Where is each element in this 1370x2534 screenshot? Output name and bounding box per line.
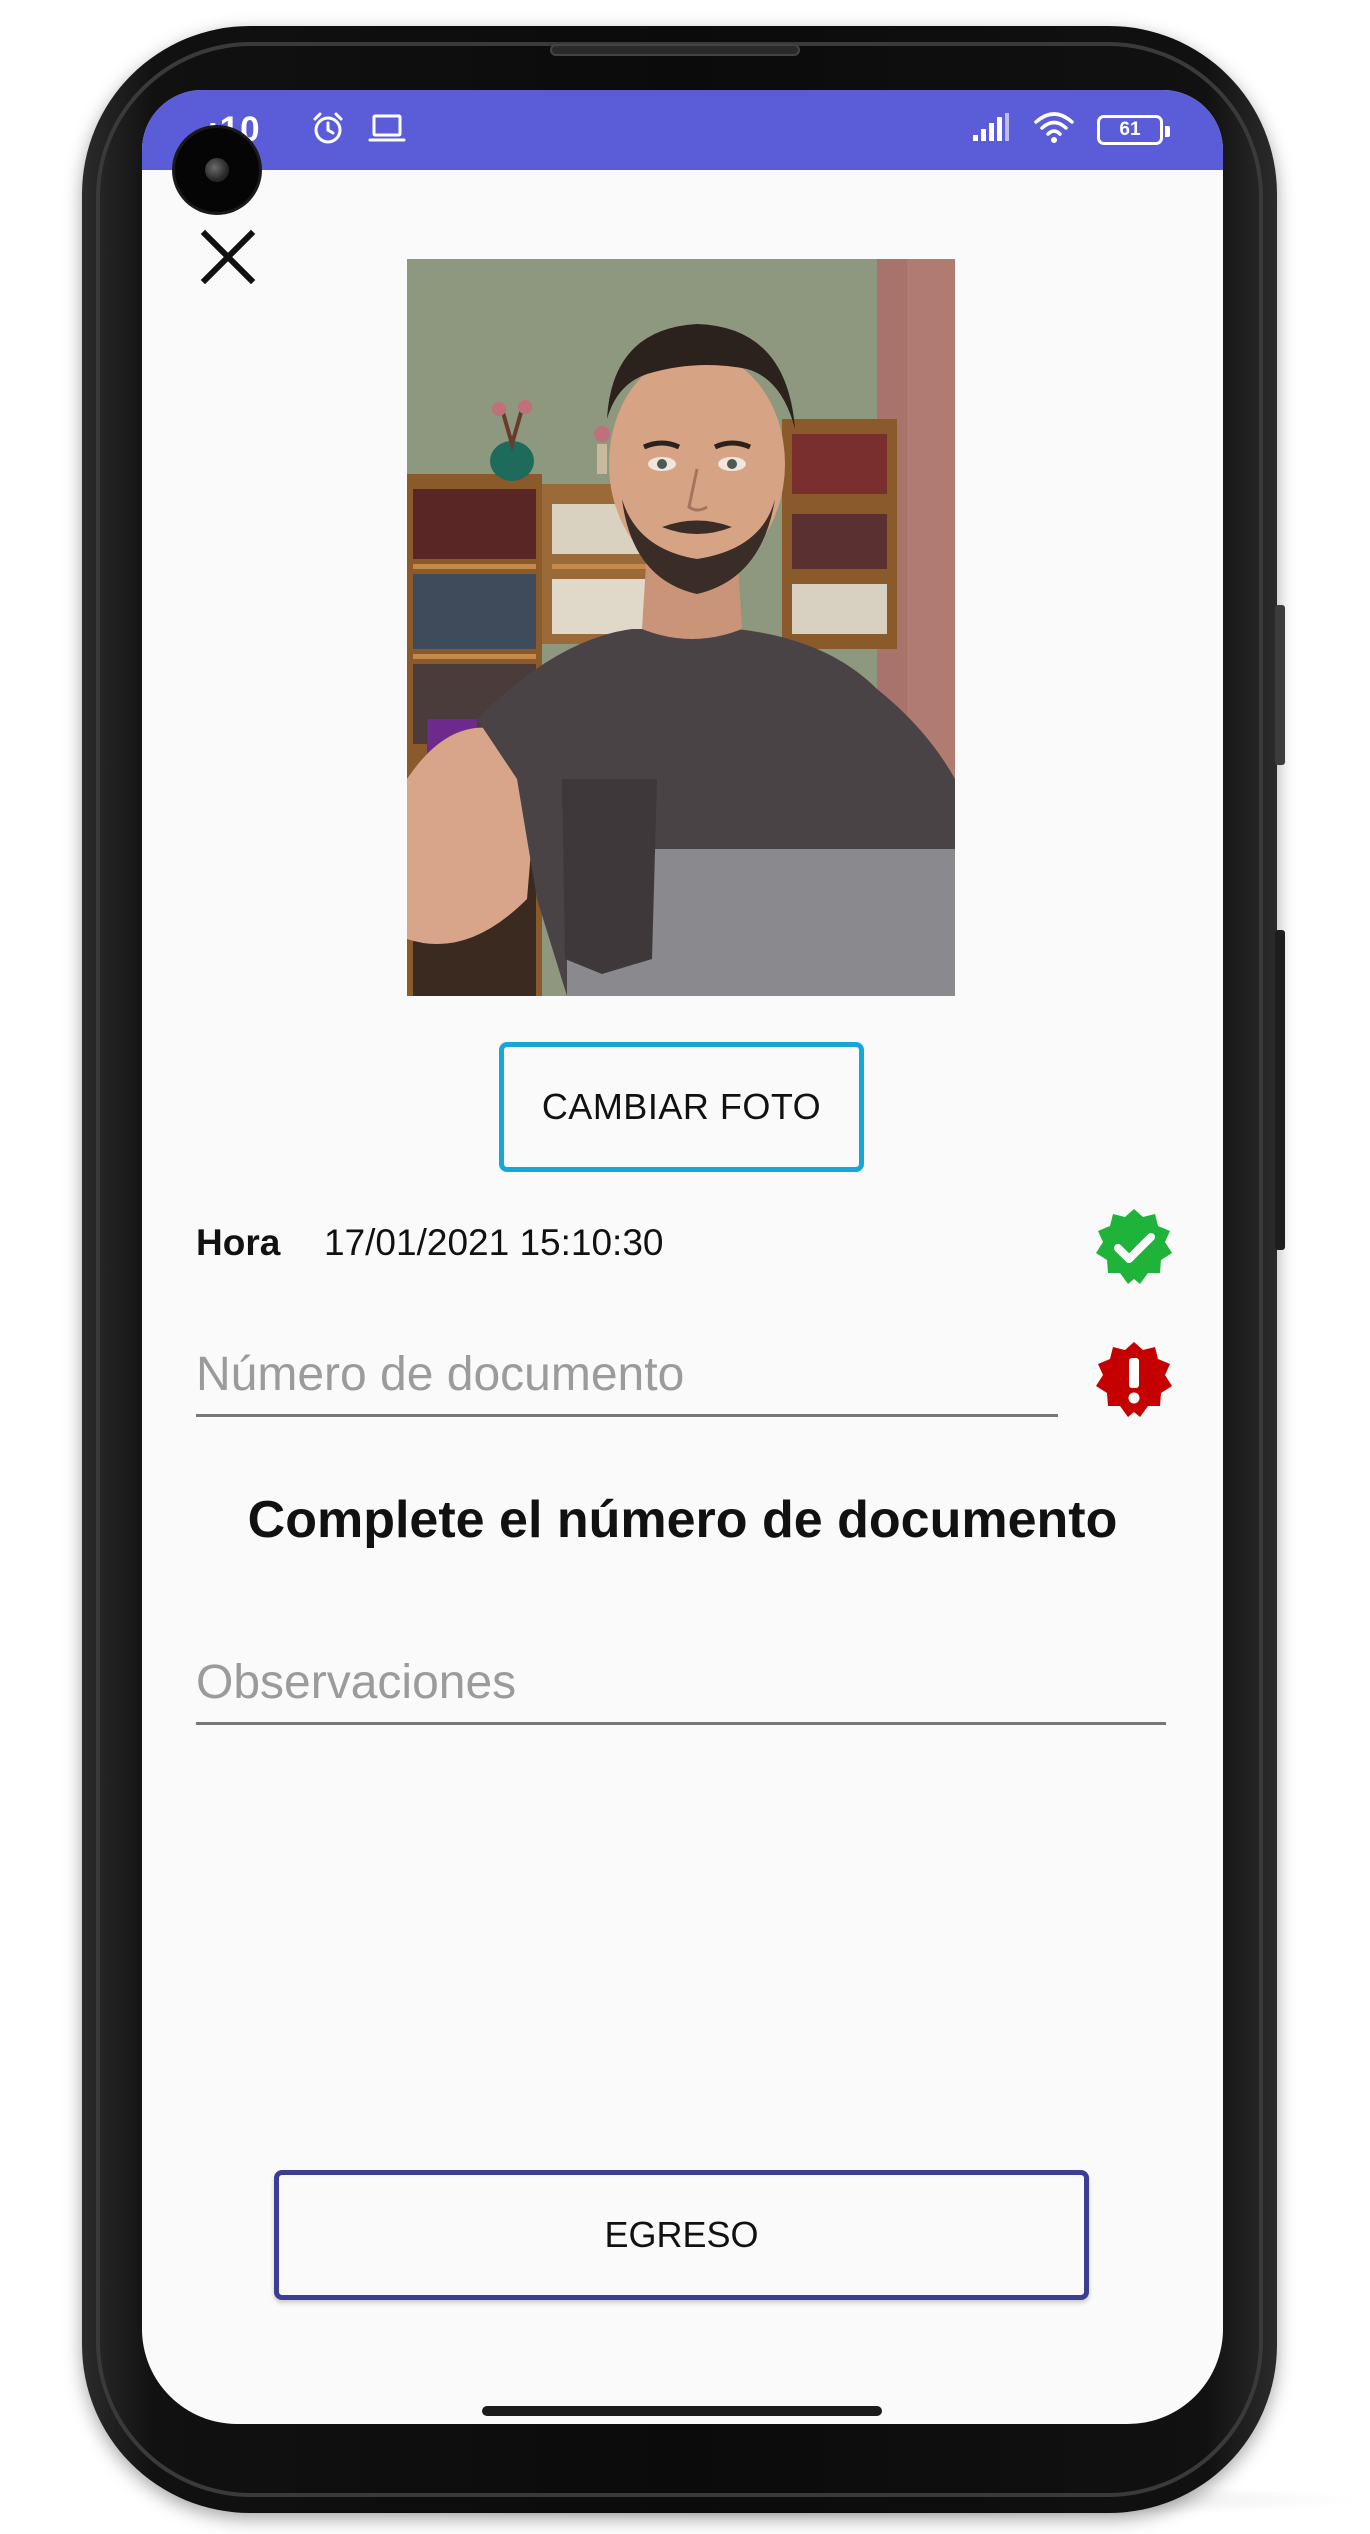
check-badge-icon	[1094, 1207, 1174, 1287]
signal-icon	[971, 111, 1011, 148]
battery-icon: 61	[1097, 114, 1170, 145]
app-screen: :10 61 CAMBIAR FOTO Hora 17/01/2021 15:1…	[142, 90, 1223, 2424]
document-number-placeholder: Número de documento	[196, 1348, 685, 1401]
front-camera	[175, 128, 259, 212]
status-bar: :10 61	[142, 90, 1223, 170]
egreso-submit-button[interactable]: EGRESO	[274, 2170, 1089, 2300]
close-icon	[200, 229, 256, 285]
power-button	[1275, 930, 1285, 1250]
document-number-input[interactable]: Número de documento	[196, 1347, 1058, 1417]
status-icons-right: 61	[971, 110, 1170, 149]
observations-input[interactable]: Observaciones	[196, 1655, 1166, 1725]
volume-button	[1275, 605, 1285, 765]
observations-placeholder: Observaciones	[196, 1656, 517, 1709]
device-frame: :10 61 CAMBIAR FOTO Hora 17/01/2021 15:1…	[0, 0, 1370, 2534]
laptop-icon	[368, 112, 406, 149]
time-value: 17/01/2021 15:10:30	[324, 1222, 664, 1263]
validation-error-message: Complete el número de documento	[247, 1491, 1118, 1549]
battery-level: 61	[1119, 118, 1141, 140]
close-button[interactable]	[199, 228, 257, 286]
alarm-icon	[310, 110, 346, 151]
time-label: Hora	[196, 1222, 281, 1263]
wifi-icon	[1033, 110, 1075, 149]
change-photo-button[interactable]: CAMBIAR FOTO	[499, 1042, 864, 1172]
home-indicator[interactable]	[482, 2406, 882, 2416]
status-icons-left	[310, 110, 406, 151]
error-badge-icon	[1094, 1340, 1174, 1420]
earpiece-speaker	[550, 44, 800, 56]
profile-photo	[407, 259, 955, 996]
